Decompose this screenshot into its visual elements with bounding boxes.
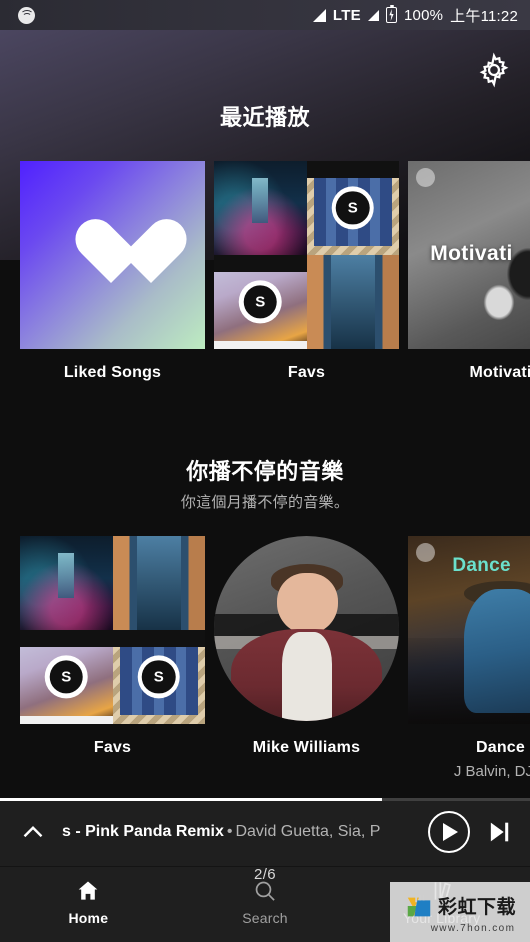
watermark-title: 彩虹下载 [437, 897, 516, 918]
spinnin-records-logo-icon: S [137, 655, 181, 699]
album-art-luxury [214, 161, 307, 255]
card-label: Dance [475, 739, 526, 756]
track-title: s - Pink Panda Remix [62, 823, 224, 840]
nav-label: Home [68, 910, 109, 926]
album-art-luxury [20, 536, 113, 630]
spotify-logo-icon [18, 6, 35, 24]
play-button[interactable] [428, 811, 470, 853]
section-title: 你播不停的音樂 [186, 459, 344, 484]
motivation-artwork: Motivati [408, 161, 530, 349]
now-playing-bar[interactable]: s - Pink Panda Remix • David Guetta, Sia, … [0, 798, 530, 866]
network-type-label: LTE [332, 6, 361, 24]
card-label: Mike Williams [252, 739, 361, 756]
album-art-the-beat: S [306, 161, 399, 255]
recently-played-card-liked-songs[interactable]: Liked Songs [20, 161, 205, 382]
artwork-overlay-text: Motivati [430, 241, 513, 265]
spotify-logo-icon [416, 168, 435, 187]
page-title: 最近播放 [219, 105, 310, 130]
album-art-strobelight [306, 255, 399, 349]
nav-item-home[interactable]: Home [0, 878, 177, 926]
album-art-the-beat: S [112, 630, 205, 724]
now-playing-track[interactable]: s - Pink Panda Remix • David Guetta, Sia, … [62, 823, 416, 841]
watermark-overlay: 彩虹下载 www.7hon.com [390, 882, 530, 942]
favs-artwork: S S [20, 536, 205, 724]
playback-progress-bar[interactable] [0, 798, 530, 801]
gear-icon[interactable] [476, 52, 512, 88]
search-badge: 2/6 [253, 866, 277, 883]
album-art-dont-hurt: S [20, 630, 113, 724]
on-repeat-card-mike-williams[interactable]: Mike Williams [214, 536, 399, 780]
card-subtitle: J Balvin, DJ S [453, 763, 530, 780]
card-label: Motivati [469, 364, 530, 381]
next-button[interactable] [482, 815, 516, 849]
artwork-overlay-text: Dance [452, 554, 511, 576]
spinnin-records-logo-icon: S [238, 280, 282, 324]
scroll-content[interactable]: 最近播放 Liked Songs S S Favs Motivati Motiv… [0, 30, 530, 798]
nav-item-search[interactable]: 2/6 Search [177, 866, 354, 926]
battery-percent-label: 100% [404, 6, 444, 24]
track-artists: David Guetta, Sia, P [235, 823, 381, 840]
status-bar: LTE 100% 上午11:22 [0, 0, 530, 30]
album-art-strobelight [112, 536, 205, 630]
status-bar-right: LTE 100% 上午11:22 [312, 5, 518, 26]
on-repeat-card-dance[interactable]: Dance Dance J Balvin, DJ S [408, 536, 530, 780]
signal-bars-secondary-icon [368, 9, 379, 21]
spinnin-records-logo-icon: S [331, 186, 375, 230]
favs-artwork: S S [214, 161, 399, 349]
recently-played-row[interactable]: Liked Songs S S Favs Motivati Motivati [0, 161, 530, 382]
status-bar-left [18, 6, 35, 24]
clock-label: 上午11:22 [450, 7, 518, 25]
on-repeat-row[interactable]: S S Favs Mike Williams Dance Dance J Bal… [0, 536, 530, 780]
recently-played-card-favs[interactable]: S S Favs [214, 161, 399, 382]
skip-next-icon [490, 822, 509, 842]
dance-artwork: Dance [408, 536, 530, 724]
playback-progress-fill [0, 798, 382, 801]
spotify-home-screen: LTE 100% 上午11:22 最近播放 Liked Songs S S Fa… [0, 0, 530, 942]
track-separator: • [226, 823, 233, 840]
on-repeat-header: 你播不停的音樂 你這個月播不停的音樂。 [0, 454, 530, 512]
nav-label: Search [242, 910, 288, 926]
spinnin-records-logo-icon: S [44, 655, 88, 699]
liked-songs-artwork [20, 161, 205, 349]
play-icon [443, 823, 458, 841]
battery-icon [386, 5, 397, 23]
card-label: Favs [287, 364, 326, 381]
album-art-dont-hurt: S [214, 255, 307, 349]
signal-bars-icon [312, 8, 326, 22]
on-repeat-card-favs[interactable]: S S Favs [20, 536, 205, 780]
card-label: Favs [93, 739, 132, 756]
home-icon [79, 881, 98, 900]
chevron-up-icon[interactable] [16, 815, 50, 849]
recently-played-card-motivation[interactable]: Motivati Motivati [408, 161, 530, 382]
card-label: Liked Songs [63, 364, 162, 381]
spotify-logo-icon [416, 543, 435, 562]
artist-avatar [214, 536, 399, 721]
section-subtitle: 你這個月播不停的音樂。 [180, 494, 350, 511]
watermark-url: www.7hon.com [430, 922, 516, 934]
heart-icon [75, 221, 151, 289]
rainbow-download-logo-icon [404, 891, 434, 921]
recently-played-header: 最近播放 [0, 100, 530, 132]
